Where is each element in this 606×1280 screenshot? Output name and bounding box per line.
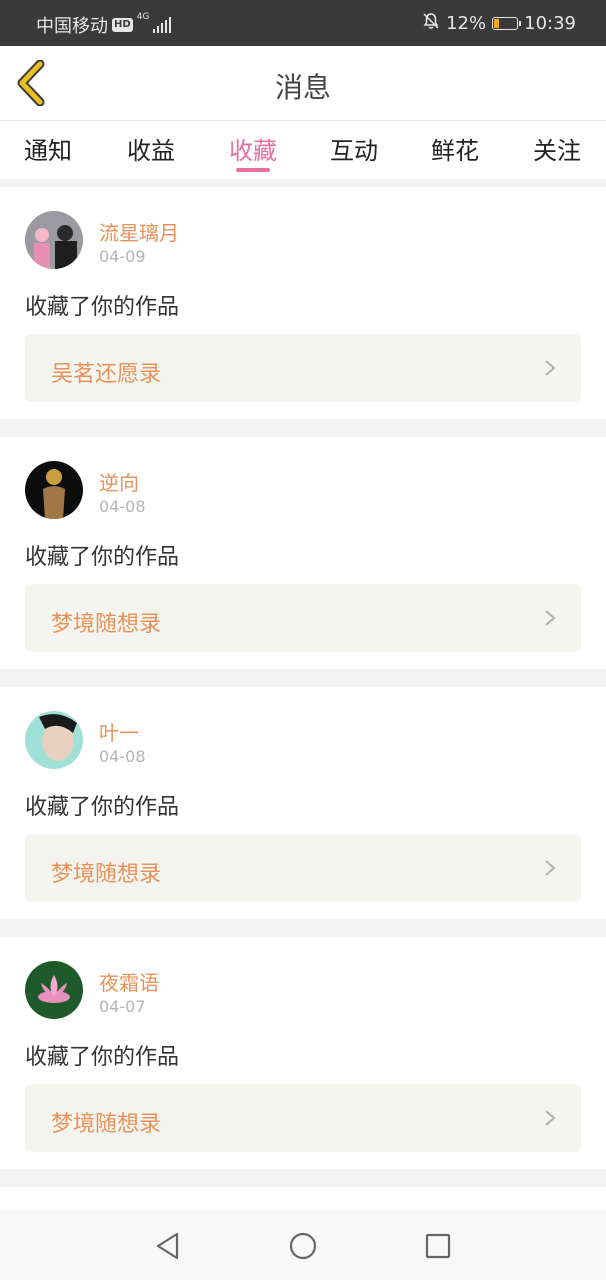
work-title: 吴茗还愿录 <box>51 362 162 387</box>
clock: 10:39 <box>524 13 576 34</box>
work-link[interactable]: 梦境随想录 <box>25 584 581 652</box>
chevron-right-icon <box>545 360 556 376</box>
hd-icon: HD <box>112 18 133 32</box>
notification-card: 流星璃月 04-09 收藏了你的作品 吴茗还愿录 <box>0 187 606 419</box>
tab-earnings[interactable]: 收益 <box>127 131 175 166</box>
user-name[interactable]: 流星璃月 <box>99 217 179 246</box>
tab-follow[interactable]: 关注 <box>533 131 581 166</box>
work-link[interactable]: 吴茗还愿录 <box>25 334 581 402</box>
notification-date: 04-09 <box>99 247 146 266</box>
mute-icon <box>422 12 440 35</box>
action-text: 收藏了你的作品 <box>25 545 180 570</box>
work-title: 梦境随想录 <box>51 1112 162 1137</box>
carrier-label: 中国移动 <box>36 16 108 37</box>
action-text: 收藏了你的作品 <box>25 1045 180 1070</box>
avatar[interactable] <box>25 211 83 269</box>
avatar[interactable] <box>25 461 83 519</box>
page-title: 消息 <box>274 71 331 104</box>
work-link[interactable]: 梦境随想录 <box>25 1084 581 1152</box>
nav-home-icon[interactable] <box>288 1231 318 1261</box>
battery-percent: 12% <box>446 13 487 34</box>
avatar[interactable] <box>25 961 83 1019</box>
user-name[interactable]: 夜霜语 <box>99 967 159 996</box>
notification-card: 逆向 04-08 收藏了你的作品 梦境随想录 <box>0 437 606 669</box>
notification-date: 04-08 <box>99 497 146 516</box>
notification-date: 04-07 <box>99 997 146 1016</box>
signal-icon <box>153 17 172 33</box>
action-text: 收藏了你的作品 <box>25 795 180 820</box>
status-bar: 中国移动 HD 4G 12% 10:39 <box>0 0 606 46</box>
tab-bar: 通知 收益 收藏 互动 鲜花 关注 <box>0 121 606 179</box>
header-bar: 消息 <box>0 46 606 121</box>
system-nav-bar <box>0 1211 606 1280</box>
notification-card: 叶一 04-08 收藏了你的作品 梦境随想录 <box>0 687 606 919</box>
action-text: 收藏了你的作品 <box>25 295 180 320</box>
user-name[interactable]: 逆向 <box>99 467 139 496</box>
work-title: 梦境随想录 <box>51 612 162 637</box>
notification-card: 夜霜语 04-07 收藏了你的作品 梦境随想录 <box>0 937 606 1169</box>
chevron-right-icon <box>545 610 556 626</box>
avatar[interactable] <box>25 711 83 769</box>
active-tab-indicator <box>236 168 270 172</box>
work-link[interactable]: 梦境随想录 <box>25 834 581 902</box>
network-label: 4G <box>136 12 150 22</box>
user-name[interactable]: 叶一 <box>99 717 139 746</box>
tab-favorites[interactable]: 收藏 <box>229 131 277 166</box>
work-title: 梦境随想录 <box>51 862 162 887</box>
notification-card-partial <box>0 1187 606 1211</box>
tab-interaction[interactable]: 互动 <box>330 131 378 166</box>
tab-flowers[interactable]: 鲜花 <box>431 131 479 166</box>
battery-icon <box>492 17 522 30</box>
nav-recents-icon[interactable] <box>423 1231 453 1261</box>
nav-back-icon[interactable] <box>153 1231 183 1261</box>
chevron-right-icon <box>545 1110 556 1126</box>
tab-notice[interactable]: 通知 <box>24 131 72 166</box>
notification-date: 04-08 <box>99 747 146 766</box>
chevron-right-icon <box>545 860 556 876</box>
